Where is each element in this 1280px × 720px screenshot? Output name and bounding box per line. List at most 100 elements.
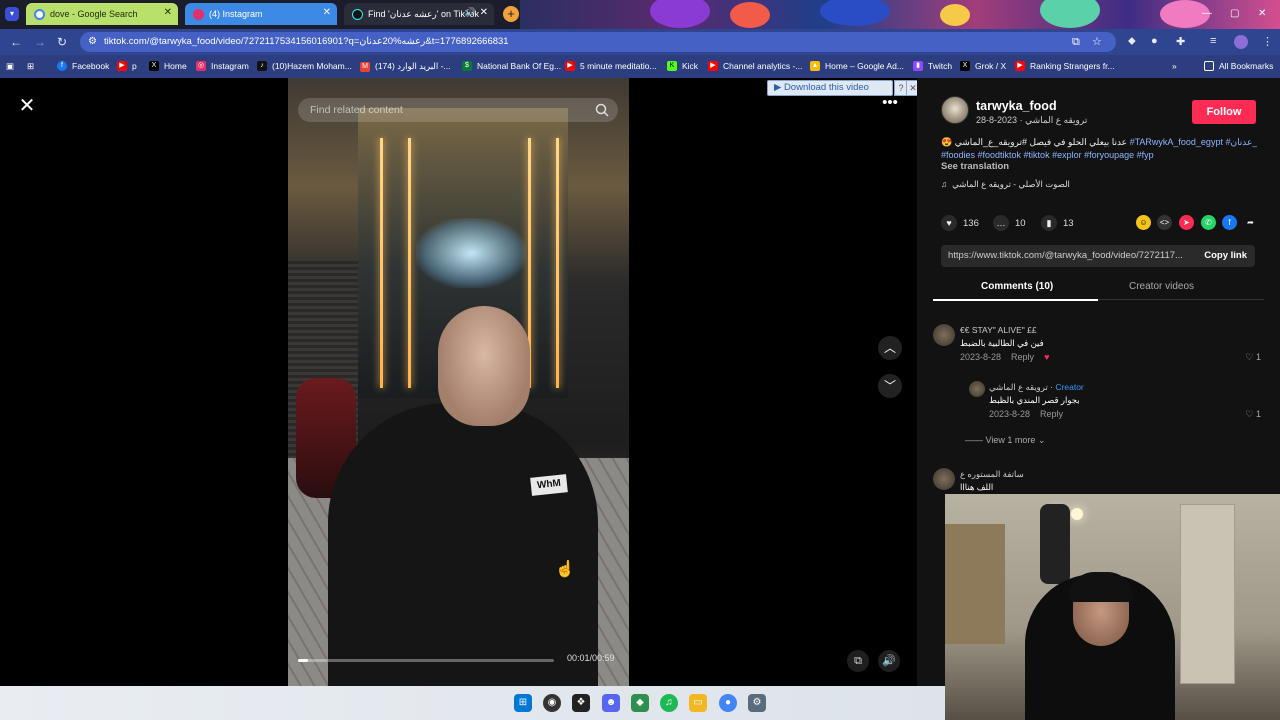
see-translation-link[interactable]: See translation — [941, 161, 1009, 172]
comment-like-button[interactable]: ♡ 1 — [1245, 352, 1261, 363]
facebook-share-icon[interactable]: f — [1222, 215, 1237, 230]
maximize-icon[interactable]: ▢ — [1230, 8, 1239, 19]
bookmark-grok[interactable]: X Grok / X — [960, 61, 1006, 71]
whatsapp-icon[interactable]: ✆ — [1201, 215, 1216, 230]
reply-like-button[interactable]: ♡ 1 — [1245, 409, 1261, 420]
google-icon — [34, 8, 45, 20]
extension-pin-icon[interactable]: ⬥ — [1128, 35, 1136, 48]
address-bar[interactable]: ⚙ tiktok.com/@tarwyka_food/video/7272117… — [80, 32, 1116, 52]
more-bookmarks-icon[interactable]: » — [1172, 61, 1177, 71]
install-app-icon[interactable]: ⧉ — [1072, 32, 1080, 52]
floating-player-icon[interactable]: ⧉ — [847, 650, 869, 672]
close-tab-icon[interactable]: ✕ — [164, 7, 172, 18]
tab-google-search[interactable]: dove - Google Search ✕ — [26, 3, 178, 25]
back-icon[interactable]: ← — [10, 35, 22, 49]
bookmark-channel-analytics[interactable]: ▶ Channel analytics -... — [708, 61, 802, 71]
audio-playing-icon[interactable]: 🔊 — [465, 7, 476, 18]
forward-icon[interactable]: → — [34, 35, 46, 49]
sound-link[interactable]: ♫ الصوت الأصلي - ترويقه ع الماشي — [941, 179, 1070, 190]
chrome-icon[interactable]: ● — [719, 694, 737, 712]
creator-reply-avatar[interactable] — [969, 381, 985, 397]
discord-icon[interactable]: ☻ — [602, 694, 620, 712]
bookmark-kick[interactable]: K Kick — [667, 61, 698, 71]
bookmark-p[interactable]: ▶ p — [117, 61, 137, 71]
bookmark-ranking-strangers[interactable]: ▶ Ranking Strangers fr... — [1015, 61, 1115, 71]
bookmark-meditation[interactable]: ▶ 5 minute meditatio... — [565, 61, 657, 71]
commenter-avatar[interactable] — [933, 468, 955, 490]
profile-avatar[interactable] — [1234, 35, 1248, 49]
related-search-input[interactable] — [310, 98, 580, 122]
minimize-icon[interactable]: — — [1202, 8, 1212, 19]
download-video-button[interactable]: ▶ Download this video — [767, 80, 893, 96]
sidebar-icon[interactable]: ▣ — [6, 61, 14, 72]
xbox-icon[interactable]: ◆ — [631, 694, 649, 712]
caption-hashtags[interactable]: #TARwykA_food_egypt #الله_عدنان — [1130, 137, 1257, 147]
tab-tiktok[interactable]: Find 'رعشه عدنان' on TikTok 🔊 ✕ — [344, 3, 494, 25]
app-icon[interactable]: ❖ — [572, 694, 590, 712]
reply-button[interactable]: Reply — [1040, 409, 1063, 419]
volume-icon[interactable]: 🔊 — [878, 650, 900, 672]
start-icon[interactable]: ⊞ — [514, 694, 532, 712]
video-player[interactable]: WhM — [288, 78, 629, 686]
related-search-bar[interactable] — [298, 98, 618, 122]
search-icon[interactable] — [594, 102, 610, 118]
tab-instagram[interactable]: (4) Instagram ✕ — [185, 3, 337, 25]
bookmark-twitch[interactable]: ▮ Twitch — [913, 61, 952, 71]
bookmark-instagram[interactable]: ◎ Instagram — [196, 61, 249, 71]
close-window-icon[interactable]: ✕ — [1258, 8, 1266, 19]
tab-comments[interactable]: Comments (10) — [981, 281, 1053, 292]
settings-icon[interactable]: ⚙ — [748, 694, 766, 712]
previous-video-button[interactable]: ︿ — [878, 336, 902, 360]
next-video-button[interactable]: ﹀ — [878, 374, 902, 398]
bookmark-national-bank[interactable]: $ National Bank Of Eg... — [462, 61, 561, 71]
apps-grid-icon[interactable]: ⊞ — [27, 61, 34, 72]
creator-username[interactable]: tarwyka_food — [976, 99, 1057, 113]
bookmark-label: Twitch — [928, 61, 953, 71]
instagram-icon: ◎ — [196, 61, 206, 71]
reply-author[interactable]: ترويقه ع الماشي · Creator — [989, 382, 1084, 393]
send-icon[interactable]: ➤ — [1179, 215, 1194, 230]
spotify-icon[interactable]: ♫ — [660, 694, 678, 712]
close-video-button[interactable]: ✕ — [16, 95, 38, 117]
comment-button[interactable]: … 10 — [993, 215, 1026, 231]
site-info-icon[interactable]: ⚙ — [88, 32, 97, 52]
creator-avatar[interactable] — [941, 96, 969, 124]
bookmark-facebook[interactable]: f Facebook — [57, 61, 109, 71]
extensions-puzzle-icon[interactable]: ✚ — [1176, 35, 1185, 48]
like-button[interactable]: ♥ 136 — [941, 215, 979, 231]
follow-button[interactable]: Follow — [1192, 100, 1256, 124]
file-explorer-icon[interactable]: ▭ — [689, 694, 707, 712]
extension-icon[interactable]: ● — [1151, 35, 1158, 47]
more-options-icon[interactable]: ••• — [880, 95, 900, 112]
bookmark-tiktok-profile[interactable]: ♪ (10)Hazem Moham... — [257, 61, 352, 71]
new-tab-button[interactable]: + — [503, 6, 519, 22]
save-button[interactable]: ▮ 13 — [1041, 215, 1074, 231]
view-more-replies[interactable]: —— View 1 more ⌄ — [965, 435, 1045, 446]
menu-dots-icon[interactable]: ⋮ — [1262, 35, 1273, 48]
comment-author[interactable]: €€ STAY" ALIVE" ££ — [960, 325, 1037, 335]
bookmark-star-icon[interactable]: ☆ — [1092, 32, 1102, 52]
reload-icon[interactable]: ↻ — [57, 35, 67, 49]
bookmark-gmail[interactable]: M (174) البريد الوارد -... — [360, 61, 451, 72]
tab-creator-videos[interactable]: Creator videos — [1129, 281, 1194, 292]
bookmark-google-ads[interactable]: ▲ Home – Google Ad... — [810, 61, 904, 71]
video-progress-bar[interactable] — [298, 659, 554, 662]
share-link-field[interactable]: https://www.tiktok.com/@tarwyka_food/vid… — [941, 245, 1255, 267]
tab-search-icon[interactable]: ▾ — [5, 7, 19, 21]
embed-icon[interactable]: <> — [1157, 215, 1172, 230]
caption-hashtags[interactable]: #foodies #foodtiktok #tiktok #explor #fo… — [941, 149, 1257, 162]
share-arrow-icon[interactable]: ➦ — [1243, 215, 1258, 230]
commenter-avatar[interactable] — [933, 324, 955, 346]
repost-icon[interactable]: ☺ — [1136, 215, 1151, 230]
close-tab-icon[interactable]: ✕ — [480, 7, 488, 18]
comment-author[interactable]: ساتفة المستوره ع — [960, 469, 1024, 480]
obs-icon[interactable]: ◉ — [543, 694, 561, 712]
copy-link-button[interactable]: Copy link — [1198, 245, 1247, 267]
media-control-icon[interactable]: ≡ — [1210, 35, 1216, 47]
bookmark-home-x[interactable]: X Home — [149, 61, 187, 71]
close-tab-icon[interactable]: ✕ — [323, 7, 331, 18]
light-strip — [380, 138, 383, 388]
bookmark-label: (10)Hazem Moham... — [272, 61, 352, 71]
all-bookmarks[interactable]: All Bookmarks — [1204, 61, 1273, 71]
reply-button[interactable]: Reply — [1011, 352, 1034, 362]
